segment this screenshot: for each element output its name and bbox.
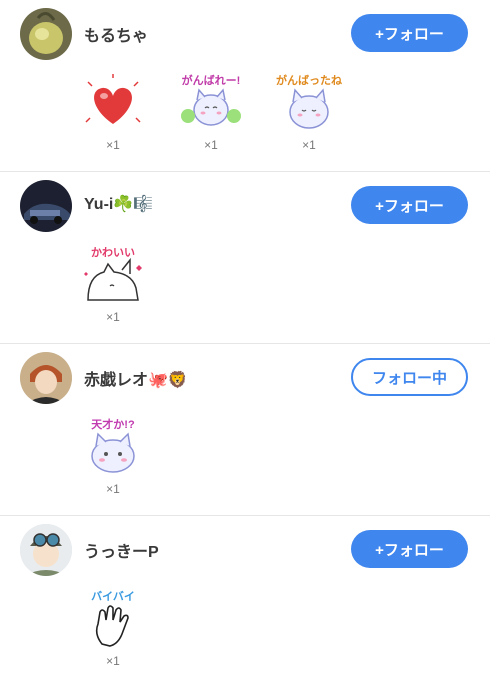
- sticker-item: かわいい ×1: [78, 244, 148, 334]
- wave-hand-sticker-icon: バイバイ: [80, 588, 146, 650]
- sticker-item: 天才か!? ×1: [78, 416, 148, 506]
- avatar[interactable]: [20, 180, 72, 232]
- sticker-caption: 天才か!?: [91, 419, 135, 431]
- follow-button[interactable]: +フォロー: [351, 530, 468, 568]
- following-button[interactable]: フォロー中: [351, 358, 468, 396]
- follow-button[interactable]: +フォロー: [351, 186, 468, 224]
- username[interactable]: うっきーP: [84, 538, 159, 562]
- user-row: 赤戯レオ🐙🦁 フォロー中 天才か!? ×1: [0, 344, 490, 516]
- sticker-count: ×1: [204, 138, 218, 152]
- cat-sticker-icon: がんばったね: [276, 72, 342, 134]
- sticker-count: ×1: [106, 138, 120, 152]
- user-header: うっきーP +フォロー: [0, 522, 490, 578]
- username[interactable]: Yu-i☘️🎼: [84, 194, 153, 214]
- avatar[interactable]: [20, 524, 72, 576]
- user-row: Yu-i☘️🎼 +フォロー かわいい ×1: [0, 172, 490, 344]
- user-header: 赤戯レオ🐙🦁 フォロー中: [0, 350, 490, 406]
- sticker-count: ×1: [106, 482, 120, 496]
- sticker-count: ×1: [106, 654, 120, 668]
- cheer-cat-sticker-icon: がんばれー!: [178, 72, 244, 134]
- follow-button[interactable]: +フォロー: [351, 14, 468, 52]
- sticker-caption: かわいい: [91, 247, 135, 259]
- user-row: うっきーP +フォロー バイバイ ×1: [0, 516, 490, 680]
- sticker-caption: バイバイ: [91, 591, 135, 603]
- username[interactable]: 赤戯レオ🐙🦁: [84, 366, 188, 390]
- user-row: もるちゃ +フォロー ×1 がんばれー! ×1 がんばったね ×1: [0, 0, 490, 172]
- sticker-list: 天才か!? ×1: [78, 416, 176, 506]
- user-header: Yu-i☘️🎼 +フォロー: [0, 178, 490, 234]
- sticker-list: ×1 がんばれー! ×1 がんばったね ×1: [78, 72, 372, 162]
- username[interactable]: もるちゃ: [84, 22, 148, 46]
- sticker-item: バイバイ ×1: [78, 588, 148, 678]
- user-header: もるちゃ +フォロー: [0, 6, 490, 62]
- avatar[interactable]: [20, 352, 72, 404]
- sticker-caption: がんばれー!: [181, 75, 241, 87]
- heart-sticker-icon: [80, 72, 146, 134]
- sticker-item: がんばれー! ×1: [176, 72, 246, 162]
- cute-cat-sticker-icon: かわいい: [80, 244, 146, 306]
- sticker-count: ×1: [106, 310, 120, 324]
- sticker-item: がんばったね ×1: [274, 72, 344, 162]
- supporter-list: もるちゃ +フォロー ×1 がんばれー! ×1 がんばったね ×1 Yu-i☘️…: [0, 0, 490, 680]
- sticker-caption: がんばったね: [276, 75, 342, 87]
- sticker-list: かわいい ×1: [78, 244, 176, 334]
- sticker-list: バイバイ ×1: [78, 588, 176, 678]
- genius-cat-sticker-icon: 天才か!?: [80, 416, 146, 478]
- avatar[interactable]: [20, 8, 72, 60]
- sticker-item: ×1: [78, 72, 148, 162]
- sticker-count: ×1: [302, 138, 316, 152]
